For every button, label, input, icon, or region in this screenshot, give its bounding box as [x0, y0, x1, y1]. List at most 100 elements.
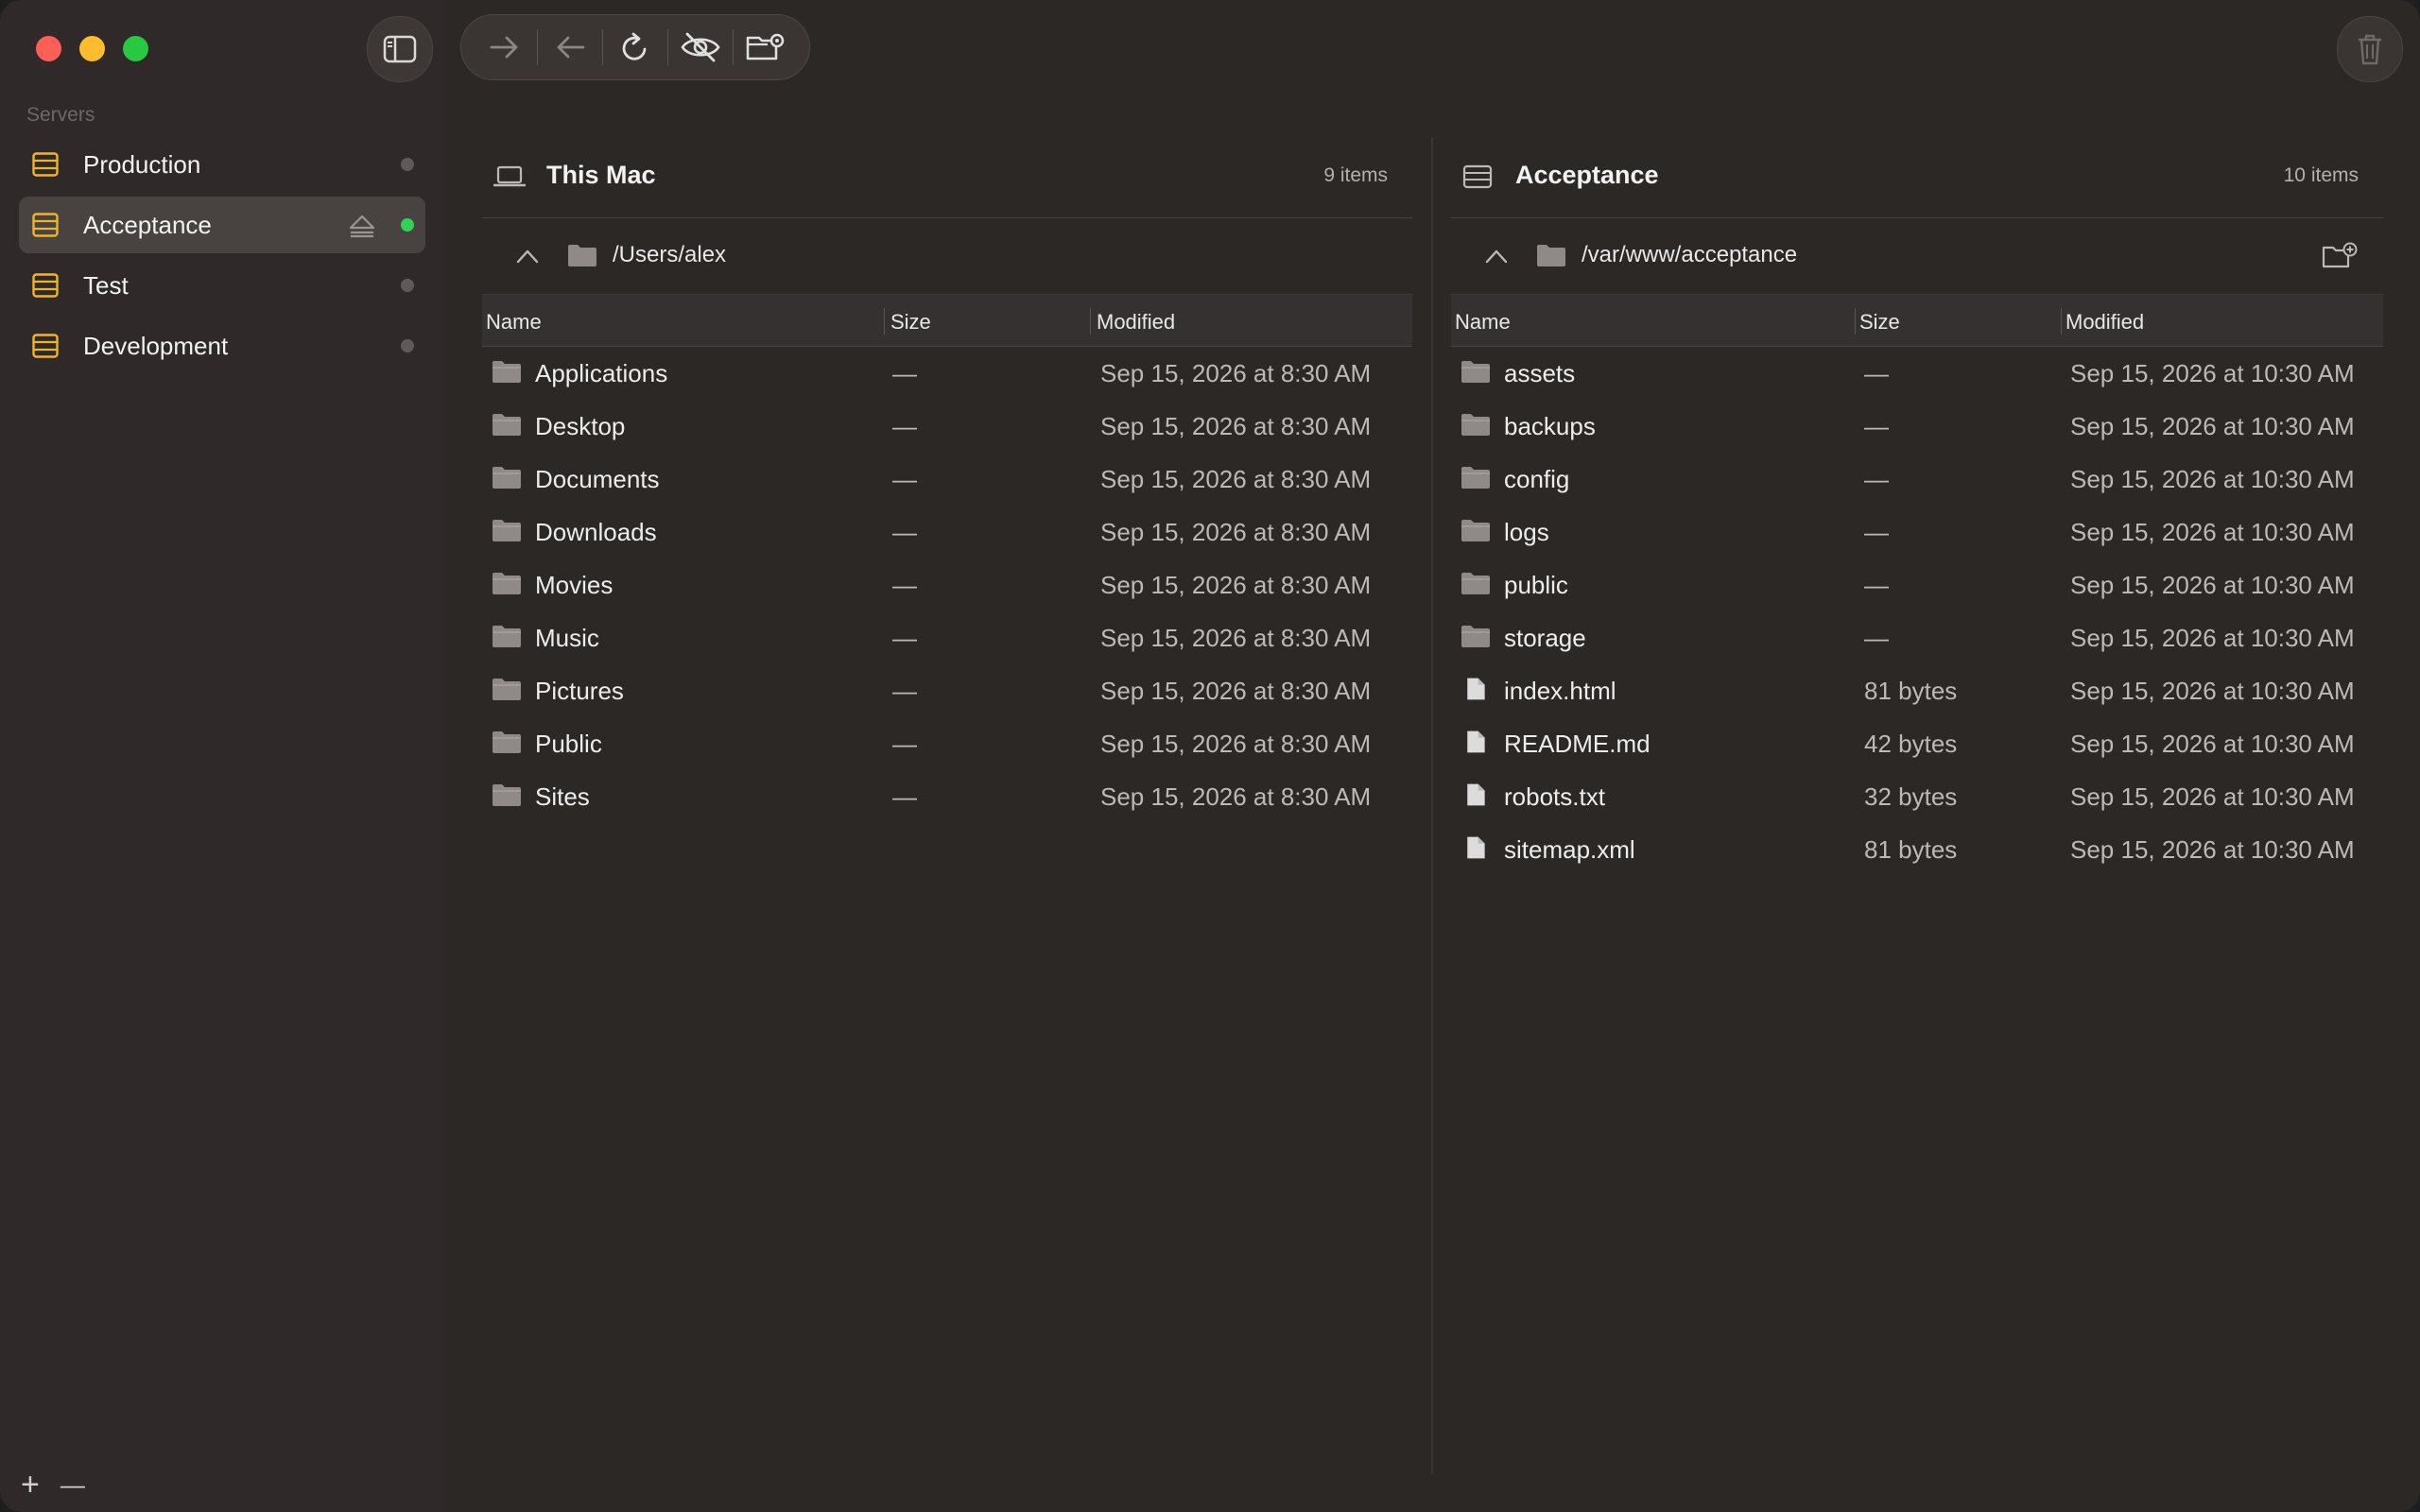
file-size: —: [1864, 571, 1889, 599]
column-header-modified[interactable]: Modified: [2066, 310, 2144, 335]
minimize-window-button[interactable]: [79, 36, 105, 61]
file-size: —: [892, 677, 917, 705]
toolbar: [460, 14, 810, 80]
table-row[interactable]: sitemap.xml 81 bytes Sep 15, 2026 at 10:30…: [1451, 823, 2383, 876]
file-name: logs: [1504, 518, 1549, 546]
table-row[interactable]: Sites — Sep 15, 2026 at 8:30 AM: [482, 770, 1412, 823]
chevron-up-icon[interactable]: [1485, 247, 1508, 266]
folder-icon: [1461, 414, 1490, 436]
table-row[interactable]: README.md 42 bytes Sep 15, 2026 at 10:30 A…: [1451, 717, 2383, 770]
column-header-name[interactable]: Name: [1455, 310, 1511, 335]
column-separator[interactable]: [2061, 308, 2062, 335]
table-row[interactable]: backups — Sep 15, 2026 at 10:30 AM: [1451, 400, 2383, 453]
file-size: —: [1864, 518, 1889, 546]
current-path[interactable]: /Users/alex: [613, 242, 726, 268]
forward-button[interactable]: [473, 14, 537, 80]
sidebar-item-label: Production: [83, 149, 201, 179]
pane-header: This Mac 9 items: [482, 132, 1412, 218]
table-row[interactable]: Applications — Sep 15, 2026 at 8:30 AM: [482, 347, 1412, 400]
status-indicator: [401, 158, 414, 171]
delete-button[interactable]: [2337, 16, 2403, 82]
folder-icon: [568, 245, 596, 266]
new-folder-icon[interactable]: [2321, 241, 2359, 271]
file-name: public: [1504, 571, 1568, 599]
close-window-button[interactable]: [36, 36, 61, 61]
table-row[interactable]: Pictures — Sep 15, 2026 at 8:30 AM: [482, 664, 1412, 717]
zoom-window-button[interactable]: [123, 36, 148, 61]
folder-settings-icon: [746, 33, 785, 60]
column-header-size[interactable]: Size: [890, 310, 931, 335]
sidebar-item-development[interactable]: Development: [19, 318, 425, 374]
table-row[interactable]: Documents — Sep 15, 2026 at 8:30 AM: [482, 453, 1412, 506]
folder-icon: [1461, 467, 1490, 489]
status-indicator: [401, 279, 414, 292]
refresh-button[interactable]: [603, 14, 667, 80]
folder-icon: [493, 679, 521, 700]
file-modified: Sep 15, 2026 at 10:30 AM: [2070, 782, 2355, 811]
file-size: —: [1864, 412, 1889, 440]
column-header-name[interactable]: Name: [486, 310, 542, 335]
file-size: —: [892, 359, 917, 387]
file-modified: Sep 15, 2026 at 10:30 AM: [2070, 730, 2355, 758]
column-separator[interactable]: [1855, 308, 1856, 335]
back-button[interactable]: [538, 14, 602, 80]
table-row[interactable]: assets — Sep 15, 2026 at 10:30 AM: [1451, 347, 2383, 400]
remove-server-button[interactable]: —: [60, 1469, 85, 1501]
hidden-files-icon: [681, 32, 720, 62]
add-server-button[interactable]: +: [21, 1469, 40, 1501]
table-row[interactable]: config — Sep 15, 2026 at 10:30 AM: [1451, 453, 2383, 506]
table-row[interactable]: Downloads — Sep 15, 2026 at 8:30 AM: [482, 506, 1412, 558]
file-modified: Sep 15, 2026 at 8:30 AM: [1100, 465, 1372, 493]
table-row[interactable]: index.html 81 bytes Sep 15, 2026 at 10:30 …: [1451, 664, 2383, 717]
table-row[interactable]: public — Sep 15, 2026 at 10:30 AM: [1451, 558, 2383, 611]
file-size: —: [892, 782, 917, 811]
table-header: Name Size Modified: [1451, 294, 2383, 347]
table-row[interactable]: logs — Sep 15, 2026 at 10:30 AM: [1451, 506, 2383, 558]
folder-icon: [1537, 245, 1565, 266]
table-row[interactable]: Public — Sep 15, 2026 at 8:30 AM: [482, 717, 1412, 770]
file-name: robots.txt: [1504, 782, 1605, 811]
remote-pane: Acceptance 10 items /var/www/acceptance …: [1451, 132, 2383, 876]
table-row[interactable]: robots.txt 32 bytes Sep 15, 2026 at 10:30 …: [1451, 770, 2383, 823]
chevron-up-icon[interactable]: [516, 247, 539, 266]
file-size: —: [892, 624, 917, 652]
table-row[interactable]: Desktop — Sep 15, 2026 at 8:30 AM: [482, 400, 1412, 453]
server-icon: [32, 152, 59, 177]
table-row[interactable]: storage — Sep 15, 2026 at 10:30 AM: [1451, 611, 2383, 664]
eject-icon[interactable]: [348, 214, 376, 238]
column-header-modified[interactable]: Modified: [1097, 310, 1175, 335]
column-separator[interactable]: [884, 308, 885, 335]
file-size: —: [892, 412, 917, 440]
file-modified: Sep 15, 2026 at 10:30 AM: [2070, 359, 2355, 387]
file-modified: Sep 15, 2026 at 10:30 AM: [2070, 624, 2355, 652]
file-name: index.html: [1504, 677, 1616, 705]
file-modified: Sep 15, 2026 at 10:30 AM: [2070, 518, 2355, 546]
table-row[interactable]: Movies — Sep 15, 2026 at 8:30 AM: [482, 558, 1412, 611]
file-name: Downloads: [535, 518, 657, 546]
pane-divider[interactable]: [1431, 137, 1433, 1474]
file-name: Public: [535, 730, 602, 758]
server-icon: [1462, 164, 1493, 189]
sidebar-item-label: Test: [83, 270, 129, 300]
file-name: Movies: [535, 571, 614, 599]
sidebar-item-production[interactable]: Production: [19, 136, 425, 193]
folder-icon: [493, 361, 521, 383]
servers-section-label: Servers: [26, 104, 95, 126]
folder-settings-button[interactable]: [734, 14, 798, 80]
current-path[interactable]: /var/www/acceptance: [1582, 242, 1797, 268]
file-size: —: [1864, 465, 1889, 493]
table-row[interactable]: Music — Sep 15, 2026 at 8:30 AM: [482, 611, 1412, 664]
column-header-size[interactable]: Size: [1859, 310, 1900, 335]
file-size: 32 bytes: [1864, 782, 1958, 811]
toggle-hidden-files-button[interactable]: [668, 14, 733, 80]
file-modified: Sep 15, 2026 at 8:30 AM: [1100, 518, 1372, 546]
folder-icon: [493, 467, 521, 489]
sidebar-toggle-button[interactable]: [367, 16, 433, 82]
item-count: 9 items: [1323, 164, 1388, 186]
folder-icon: [1461, 626, 1490, 647]
sidebar-item-test[interactable]: Test: [19, 257, 425, 314]
column-separator[interactable]: [1090, 308, 1091, 335]
file-name: Sites: [535, 782, 590, 811]
server-icon: [32, 213, 59, 237]
sidebar-item-acceptance[interactable]: Acceptance: [19, 197, 425, 253]
